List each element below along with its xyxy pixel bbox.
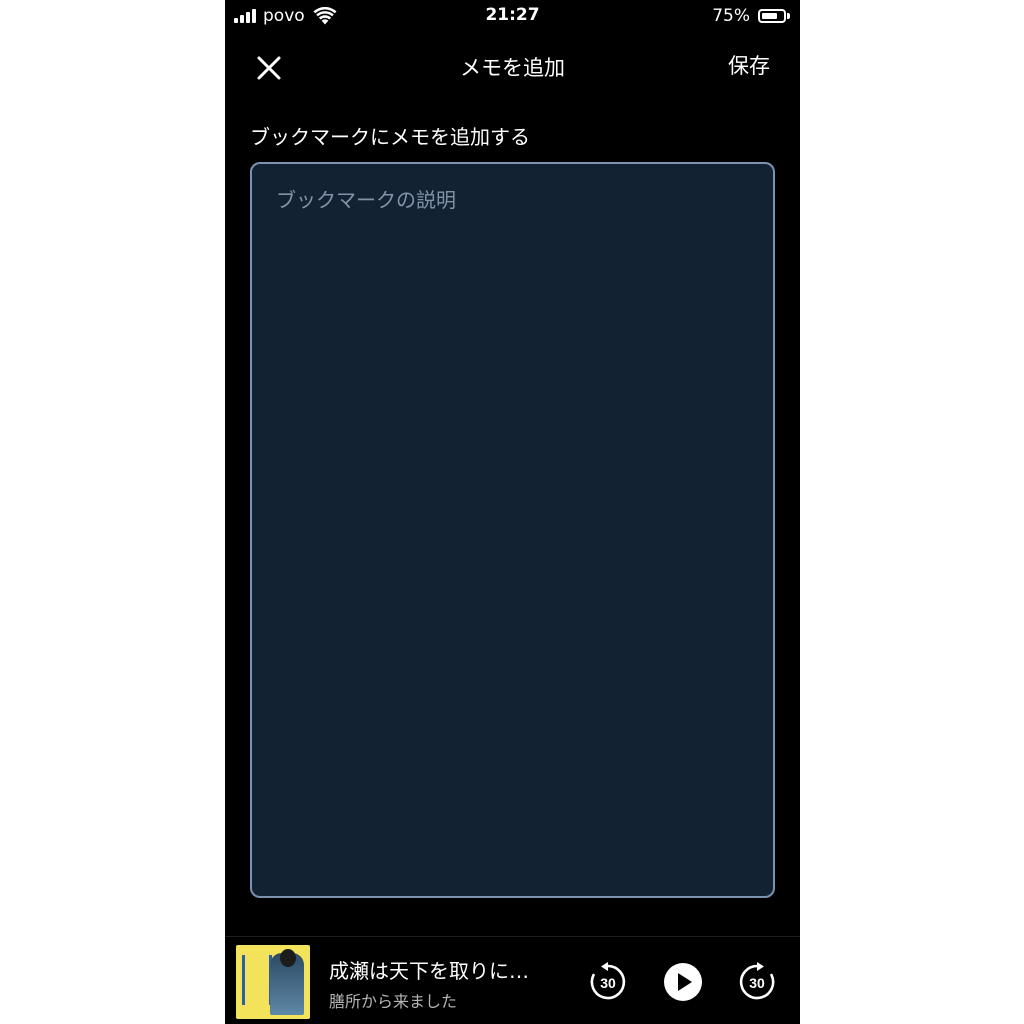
mini-player[interactable]: 成瀬は天下を取りに… 膳所から来ました 30 30: [225, 936, 800, 1024]
memo-input[interactable]: [250, 162, 775, 898]
rewind-30-button[interactable]: 30: [588, 962, 628, 1002]
track-title[interactable]: 成瀬は天下を取りに…: [329, 955, 559, 984]
rewind-seconds-label: 30: [600, 975, 616, 991]
save-button[interactable]: 保存: [728, 50, 770, 80]
battery-icon: [758, 9, 786, 23]
phone-screen: povo 21:27 75% メモを追加 保存 ブックマークにメモを追加する ブ…: [225, 0, 800, 1024]
battery-cap: [787, 13, 790, 19]
rewind-icon: 30: [590, 962, 626, 1000]
battery-percent: 75%: [712, 6, 750, 26]
memo-label: ブックマークにメモを追加する: [250, 125, 530, 149]
nav-header: メモを追加 保存: [225, 40, 800, 90]
forward-seconds-label: 30: [749, 975, 765, 991]
status-bar: povo 21:27 75%: [225, 0, 800, 32]
track-subtitle: 膳所から来ました: [329, 992, 458, 1011]
page-title: メモを追加: [460, 56, 565, 80]
battery-fill: [762, 13, 777, 19]
status-right: 75%: [712, 5, 790, 27]
forward-30-button[interactable]: 30: [737, 962, 777, 1002]
play-icon: [664, 963, 702, 1001]
cover-title-art: [242, 955, 272, 1005]
play-button[interactable]: [663, 962, 703, 1002]
book-cover-image[interactable]: [236, 945, 310, 1019]
forward-icon: 30: [739, 962, 775, 1000]
cover-head-art: [280, 949, 296, 967]
